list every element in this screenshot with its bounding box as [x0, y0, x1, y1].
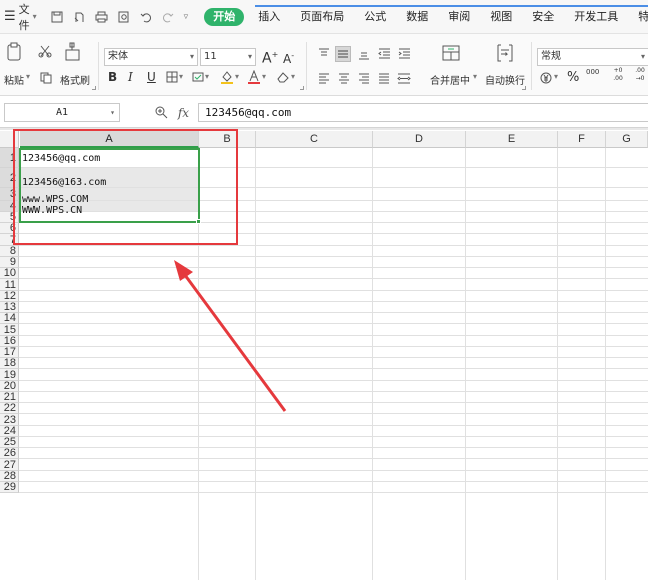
wps-spreadsheet-window: ☰ 文件 ▾ ▿ 开始 插入 页面布局 公式 数据 审阅 视图 安全 开发工具 …	[0, 0, 648, 580]
annotation-red-arrow	[174, 260, 287, 412]
